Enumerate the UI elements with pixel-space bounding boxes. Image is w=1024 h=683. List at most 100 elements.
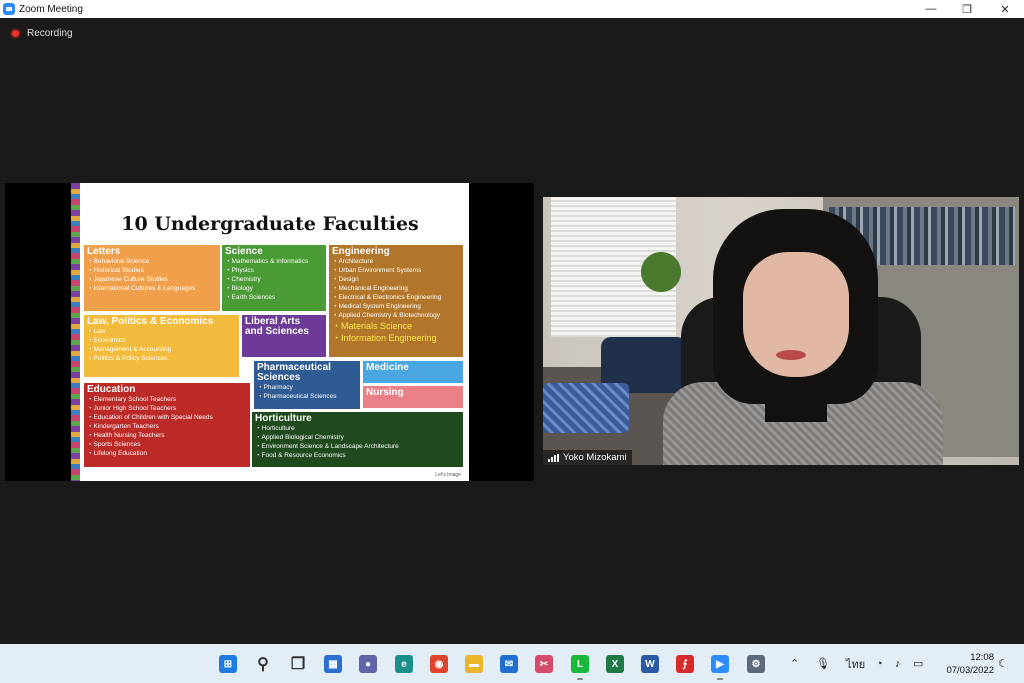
department-item: ・Politics & Policy Sciences bbox=[87, 355, 168, 362]
department-item-highlight: ・Materials Science bbox=[332, 321, 413, 331]
shared-screen[interactable]: 10 Undergraduate Faculties Letters ・Behav… bbox=[5, 183, 534, 481]
search-taskbar-button[interactable]: ⚲ bbox=[252, 653, 274, 675]
department-item: ・Biology bbox=[225, 285, 253, 292]
recording-label: Recording bbox=[27, 28, 73, 39]
department-item: ・Education of Children with Special Need… bbox=[87, 414, 213, 421]
faculty-name: Horticulture bbox=[255, 413, 312, 424]
participant-video[interactable]: Yoko Mizokami bbox=[543, 197, 1019, 465]
department-item: ・Economics bbox=[87, 337, 126, 344]
chat-taskbar-button[interactable]: ● bbox=[357, 653, 379, 675]
department-item: ・Mechanical Engineering bbox=[332, 285, 408, 292]
faculty-box-engineering: Engineering ・Architecture ・Urban Environme… bbox=[329, 245, 463, 357]
participant-name-tag: Yoko Mizokami bbox=[543, 450, 632, 465]
settings-icon: ⚙ bbox=[747, 655, 765, 673]
mail-taskbar-button[interactable]: ✉ bbox=[498, 653, 520, 675]
zoom-taskbar-button[interactable]: ▶ bbox=[709, 653, 731, 680]
department-item: ・Lifelong Education bbox=[87, 450, 147, 457]
faculty-box-letters: Letters ・Behavioral Science ・Historical St… bbox=[84, 245, 220, 311]
department-item: ・Urban Environment Systems bbox=[332, 267, 422, 274]
department-item: ・Mathematics & Informatics bbox=[225, 258, 309, 265]
acrobat-taskbar-button[interactable]: ⨍ bbox=[674, 653, 696, 675]
edge-taskbar-button[interactable]: e bbox=[393, 653, 415, 675]
faculty-box-horticulture: Horticulture ・Horticulture ・Applied Biolog… bbox=[252, 412, 463, 467]
zoom-app-icon bbox=[3, 3, 15, 15]
wifi-icon[interactable]: ◔ bbox=[876, 644, 883, 683]
faculty-name: Education bbox=[87, 384, 136, 395]
snipping-tool-icon: ✂ bbox=[535, 655, 553, 673]
task-view-icon: ❐ bbox=[290, 656, 306, 673]
faculty-box-education: Education ・Elementary School Teachers ・Jun… bbox=[84, 383, 250, 467]
record-icon bbox=[10, 28, 21, 39]
department-item: ・Kindergarten Teachers bbox=[87, 423, 159, 430]
department-item: ・Electrical & Electronics Engineering bbox=[332, 294, 442, 301]
department-item: ・Design bbox=[332, 276, 359, 283]
close-button[interactable]: ✕ bbox=[986, 0, 1024, 18]
department-item: ・Medical System Engineering bbox=[332, 303, 421, 310]
line-taskbar-button[interactable]: L bbox=[569, 653, 591, 680]
excel-icon: X bbox=[606, 655, 624, 673]
department-item: ・Sports Sciences bbox=[87, 441, 141, 448]
slide-credit: Let's Image bbox=[435, 472, 461, 478]
faculty-name: Science bbox=[225, 246, 263, 257]
settings-taskbar-button[interactable]: ⚙ bbox=[745, 653, 767, 675]
department-item: ・Pharmaceutical Sciences bbox=[257, 393, 337, 400]
battery-icon[interactable]: ▭ bbox=[913, 644, 923, 683]
title-bar: Zoom Meeting — ❐ ✕ bbox=[0, 0, 1024, 18]
mail-icon: ✉ bbox=[500, 655, 518, 673]
zoom-icon: ▶ bbox=[711, 655, 729, 673]
task-view-taskbar-button[interactable]: ❐ bbox=[287, 653, 309, 675]
start-icon: ⊞ bbox=[219, 655, 237, 673]
maximize-button[interactable]: ❐ bbox=[948, 0, 986, 18]
faculty-name: Nursing bbox=[366, 387, 404, 398]
minimize-button[interactable]: — bbox=[912, 0, 950, 18]
word-icon: W bbox=[641, 655, 659, 673]
department-item: ・Environment Science & Landscape Archite… bbox=[255, 443, 399, 450]
taskbar: ⊞ ⚲ ❐ ▦ ● e ◉ ▬ ✉ ✂ L X W ⨍ ▶ ⚙ ⌃ 🎙 ไทย ◔ ♪ ▭ 12:08 07/… bbox=[0, 644, 1024, 683]
clock-date: 07/03/2022 bbox=[946, 665, 994, 676]
department-item: ・Earth Sciences bbox=[225, 294, 276, 301]
clock[interactable]: 12:08 07/03/2022 bbox=[936, 651, 994, 677]
faculty-box-liberal-arts-and-sciences: Liberal Arts and Sciences bbox=[242, 315, 326, 357]
faculty-name: Engineering bbox=[332, 246, 390, 257]
signal-strength-icon bbox=[548, 453, 559, 462]
faculty-box-law-politics-economics: Law, Politics & Economics ・Law ・Economics ・… bbox=[84, 315, 239, 377]
word-taskbar-button[interactable]: W bbox=[639, 653, 661, 675]
show-hidden-icons-button[interactable]: ⌃ bbox=[790, 644, 799, 683]
department-item: ・Management & Accounting bbox=[87, 346, 172, 353]
chat-icon: ● bbox=[359, 655, 377, 673]
cushion bbox=[543, 383, 629, 433]
department-item: ・Elementary School Teachers bbox=[87, 396, 177, 403]
department-item: ・Historical Studies bbox=[87, 267, 144, 274]
language-indicator[interactable]: ไทย bbox=[846, 644, 865, 683]
clock-time: 12:08 bbox=[970, 652, 994, 663]
file-explorer-taskbar-button[interactable]: ▬ bbox=[463, 653, 485, 675]
department-item: ・International Cultures & Languages bbox=[87, 285, 196, 292]
department-item: ・Chemistry bbox=[225, 276, 261, 283]
snipping-tool-taskbar-button[interactable]: ✂ bbox=[533, 653, 555, 675]
faculty-box-nursing: Nursing bbox=[363, 386, 463, 408]
widgets-taskbar-button[interactable]: ▦ bbox=[322, 653, 344, 675]
department-item: ・Applied Biological Chemistry bbox=[255, 434, 344, 441]
department-item: ・Food & Resource Economics bbox=[255, 452, 346, 459]
notification-moon-icon[interactable]: ☾ bbox=[998, 644, 1008, 683]
faculty-box-science: Science ・Mathematics & Informatics ・Physic… bbox=[222, 245, 326, 311]
presentation-slide: 10 Undergraduate Faculties Letters ・Behav… bbox=[71, 183, 469, 481]
recording-indicator[interactable]: Recording bbox=[10, 28, 73, 39]
volume-icon[interactable]: ♪ bbox=[895, 644, 901, 683]
faculty-name: Medicine bbox=[366, 362, 409, 373]
faculty-box-medicine: Medicine bbox=[363, 361, 463, 383]
file-explorer-icon: ▬ bbox=[465, 655, 483, 673]
faculty-name: Letters bbox=[87, 246, 121, 257]
widgets-icon: ▦ bbox=[324, 655, 342, 673]
department-item: ・Applied Chemistry & Biotechnology bbox=[332, 312, 441, 319]
department-item: ・Physics bbox=[225, 267, 254, 274]
chrome-taskbar-button[interactable]: ◉ bbox=[428, 653, 450, 675]
faculty-name: Liberal Arts and Sciences bbox=[245, 316, 309, 337]
chrome-icon: ◉ bbox=[430, 655, 448, 673]
start-taskbar-button[interactable]: ⊞ bbox=[217, 653, 239, 675]
edge-icon: e bbox=[395, 655, 413, 673]
participant-name: Yoko Mizokami bbox=[563, 452, 627, 463]
microphone-icon[interactable]: 🎙 bbox=[816, 644, 830, 683]
line-icon: L bbox=[571, 655, 589, 673]
excel-taskbar-button[interactable]: X bbox=[604, 653, 626, 675]
